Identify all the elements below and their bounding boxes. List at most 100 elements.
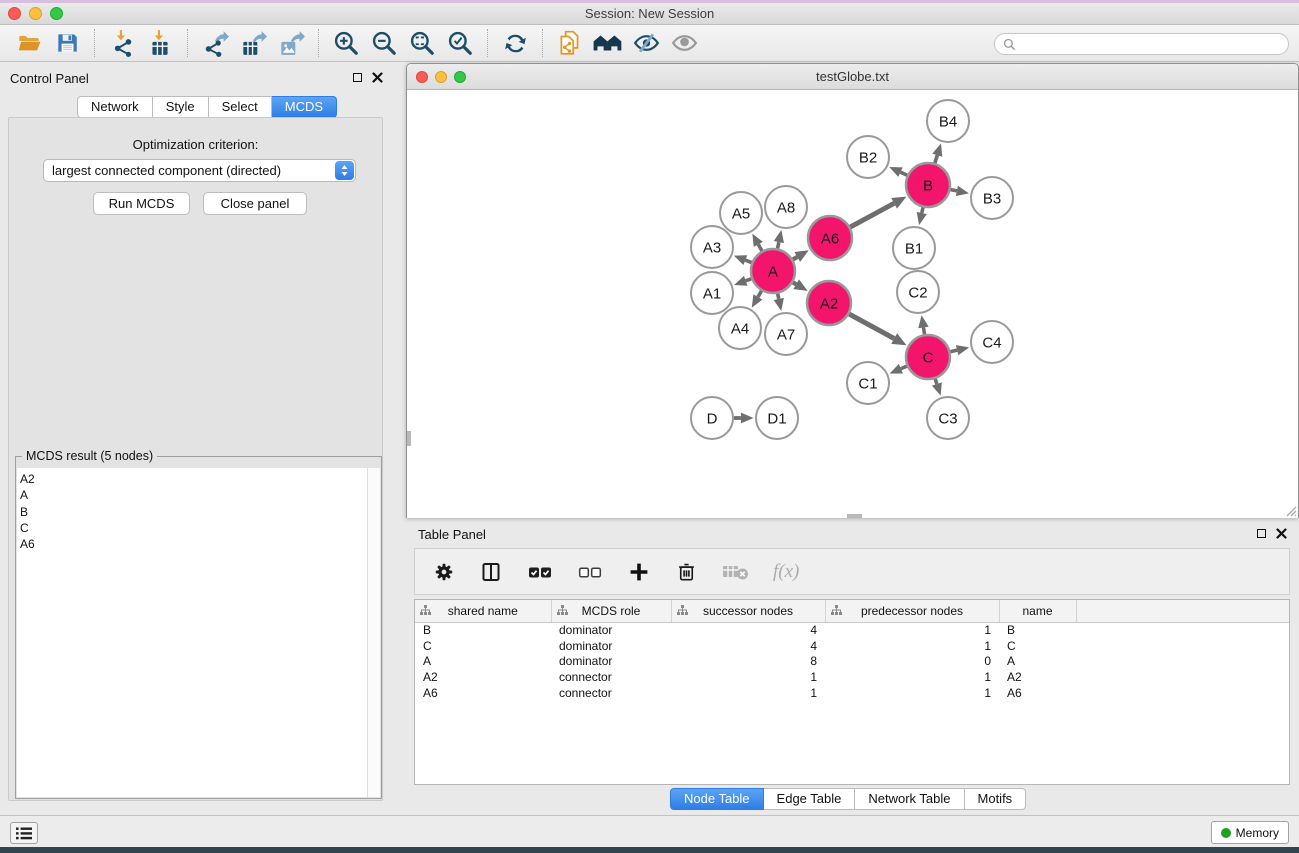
graph-edge-C-C2[interactable] bbox=[923, 327, 924, 334]
graph-node-D1[interactable]: D1 bbox=[756, 397, 798, 439]
graph-edge-A6-B[interactable] bbox=[850, 203, 894, 227]
column-header-shared-name[interactable]: shared name bbox=[415, 600, 551, 622]
column-header-successor-nodes[interactable]: successor nodes bbox=[671, 600, 825, 622]
network-close-button[interactable] bbox=[416, 71, 428, 83]
table-cell[interactable]: A6 bbox=[999, 685, 1076, 701]
graph-node-A[interactable]: A bbox=[751, 249, 795, 293]
zoom-in-button[interactable] bbox=[327, 27, 365, 59]
tab-style[interactable]: Style bbox=[153, 96, 209, 118]
network-maximize-button[interactable] bbox=[454, 71, 466, 83]
result-item[interactable]: C bbox=[20, 520, 367, 536]
graph-node-B3[interactable]: B3 bbox=[971, 177, 1013, 219]
graph-edge-C-C1[interactable] bbox=[901, 366, 907, 369]
graph-node-B4[interactable]: B4 bbox=[927, 100, 969, 142]
tab-select[interactable]: Select bbox=[209, 96, 272, 118]
result-item[interactable]: A bbox=[20, 487, 367, 503]
graph-edge-A-A1[interactable] bbox=[746, 279, 752, 281]
export-table-button[interactable] bbox=[234, 27, 272, 59]
table-cell[interactable]: A6 bbox=[415, 685, 551, 701]
tab-mcds[interactable]: MCDS bbox=[272, 96, 337, 118]
table-cell[interactable]: 1 bbox=[825, 638, 999, 654]
graph-node-A4[interactable]: A4 bbox=[719, 307, 761, 349]
optimization-criterion-select[interactable]: largest connected component (directed) bbox=[43, 159, 356, 182]
close-window-button[interactable] bbox=[8, 7, 21, 20]
tab-motifs[interactable]: Motifs bbox=[965, 788, 1027, 810]
table-cell[interactable]: 1 bbox=[671, 669, 825, 685]
column-icon[interactable] bbox=[479, 560, 503, 584]
table-cell[interactable]: connector bbox=[551, 669, 671, 685]
table-cell[interactable]: 1 bbox=[825, 622, 999, 638]
vertical-scroll-thumb[interactable] bbox=[407, 431, 411, 446]
graph-node-D[interactable]: D bbox=[691, 397, 733, 439]
table-row[interactable]: Adominator80A bbox=[415, 653, 1290, 669]
network-graph[interactable]: AA1A2A3A4A5A6A7A8BB1B2B3B4CC1C2C3C4DD1 bbox=[407, 90, 1298, 518]
resize-grip-icon[interactable] bbox=[1283, 503, 1297, 517]
graph-edge-C-C4[interactable] bbox=[950, 350, 957, 352]
graph-edge-A2-C[interactable] bbox=[849, 314, 894, 339]
deselect-all-icon[interactable] bbox=[577, 560, 603, 584]
graph-node-A8[interactable]: A8 bbox=[765, 186, 807, 228]
graph-node-B[interactable]: B bbox=[906, 163, 950, 207]
select-all-icon[interactable] bbox=[527, 560, 553, 584]
memory-button[interactable]: Memory bbox=[1211, 821, 1289, 844]
add-column-icon[interactable] bbox=[627, 560, 651, 584]
table-cell[interactable]: 4 bbox=[671, 638, 825, 654]
tab-network-table[interactable]: Network Table bbox=[855, 788, 964, 810]
graph-node-A2[interactable]: A2 bbox=[807, 281, 851, 325]
graph-node-C3[interactable]: C3 bbox=[927, 397, 969, 439]
table-cell[interactable]: 0 bbox=[825, 653, 999, 669]
delete-table-icon[interactable] bbox=[722, 562, 749, 582]
zoom-selected-button[interactable] bbox=[441, 27, 479, 59]
graph-node-A1[interactable]: A1 bbox=[691, 272, 733, 314]
zoom-out-button[interactable] bbox=[365, 27, 403, 59]
clone-network-button[interactable] bbox=[551, 27, 589, 59]
network-canvas[interactable]: AA1A2A3A4A5A6A7A8BB1B2B3B4CC1C2C3C4DD1 bbox=[407, 90, 1298, 518]
table-cell[interactable]: C bbox=[999, 638, 1076, 654]
table-cell[interactable]: connector bbox=[551, 685, 671, 701]
result-item[interactable]: A6 bbox=[20, 536, 367, 552]
graph-edge-A-A6[interactable] bbox=[793, 257, 797, 260]
column-header-MCDS-role[interactable]: MCDS role bbox=[551, 600, 671, 622]
home-button[interactable] bbox=[589, 27, 627, 59]
table-cell[interactable]: C bbox=[415, 638, 551, 654]
graph-node-A6[interactable]: A6 bbox=[808, 216, 852, 260]
table-cell[interactable]: 1 bbox=[825, 685, 999, 701]
graph-edge-A-A7[interactable] bbox=[778, 294, 779, 299]
graph-edge-B-B1[interactable] bbox=[922, 207, 923, 213]
close-panel-icon[interactable] bbox=[372, 72, 383, 83]
export-image-button[interactable] bbox=[272, 27, 310, 59]
network-minimize-button[interactable] bbox=[435, 71, 447, 83]
table-cell[interactable]: B bbox=[415, 622, 551, 638]
show-panels-button[interactable] bbox=[665, 27, 703, 59]
table-row[interactable]: A2connector11A2 bbox=[415, 669, 1290, 685]
table-row[interactable]: A6connector11A6 bbox=[415, 685, 1290, 701]
zoom-fit-button[interactable] bbox=[403, 27, 441, 59]
column-header-name[interactable]: name bbox=[999, 600, 1076, 622]
table-cell[interactable]: 4 bbox=[671, 622, 825, 638]
tab-edge-table[interactable]: Edge Table bbox=[764, 788, 856, 810]
graph-node-C1[interactable]: C1 bbox=[847, 362, 889, 404]
result-item[interactable]: A2 bbox=[20, 471, 367, 487]
table-cell[interactable]: dominator bbox=[551, 638, 671, 654]
search-input[interactable] bbox=[1021, 37, 1280, 51]
graph-node-B2[interactable]: B2 bbox=[847, 136, 889, 178]
gear-icon[interactable] bbox=[433, 561, 455, 583]
table-cell[interactable]: 1 bbox=[825, 669, 999, 685]
graph-node-C[interactable]: C bbox=[906, 335, 950, 379]
graph-edge-B-B3[interactable] bbox=[951, 190, 957, 191]
tab-node-table[interactable]: Node Table bbox=[670, 788, 764, 810]
close-panel-button[interactable]: Close panel bbox=[203, 192, 307, 215]
function-builder-icon[interactable]: f(x) bbox=[773, 561, 799, 583]
graph-edge-A-A2[interactable] bbox=[793, 282, 796, 284]
open-file-button[interactable] bbox=[10, 27, 48, 59]
import-network-button[interactable] bbox=[103, 27, 141, 59]
close-panel-icon[interactable] bbox=[1276, 528, 1287, 539]
graph-edge-A-A5[interactable] bbox=[758, 244, 762, 250]
hide-panels-button[interactable] bbox=[627, 27, 665, 59]
maximize-window-button[interactable] bbox=[50, 7, 63, 20]
float-panel-icon[interactable] bbox=[1257, 529, 1266, 538]
task-history-button[interactable] bbox=[10, 822, 38, 844]
graph-edge-A-A3[interactable] bbox=[745, 260, 751, 262]
table-row[interactable]: Cdominator41C bbox=[415, 638, 1290, 654]
graph-node-C4[interactable]: C4 bbox=[971, 321, 1013, 363]
